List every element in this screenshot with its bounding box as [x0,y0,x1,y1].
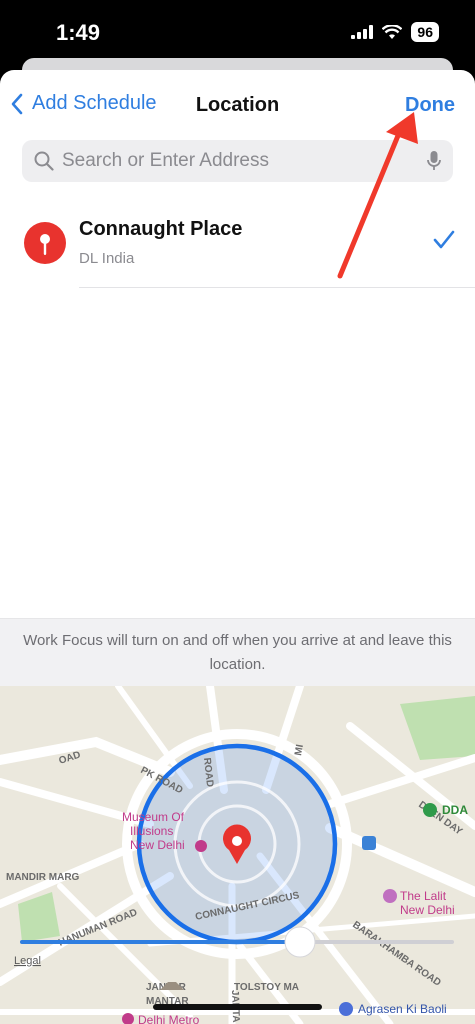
search-field[interactable]: Search or Enter Address [22,140,453,182]
row-divider [79,287,475,288]
location-sheet: Add Schedule Location Done Search or Ent… [0,70,475,1024]
footer-note: Work Focus will turn on and off when you… [0,618,475,686]
map-road-label: MANDIR MARG [6,872,80,883]
status-bar: 1:49 96 [0,0,475,60]
legal-link[interactable]: Legal [14,955,41,967]
checkmark-icon [433,230,455,249]
battery-indicator: 96 [411,22,439,42]
poi-label: Delhi Metro [138,1013,200,1024]
poi-label: Illusions [130,824,173,838]
location-title: Connaught Place [79,218,243,240]
map-road-label: TOLSTOY MA [234,982,299,993]
status-icons: 96 [351,22,439,42]
home-indicator [153,1004,322,1010]
poi-label: DDA [442,803,468,817]
landmark-icon[interactable] [339,1002,353,1016]
map-road-label: BARAKHAMBA ROAD [350,919,442,988]
poi-label: Museum Of [122,810,185,824]
location-subtitle: DL India [79,250,135,267]
park-icon[interactable] [423,803,437,817]
park-area [18,892,60,942]
poi-label: New Delhi [130,838,185,852]
metro-station-icon[interactable] [362,836,376,850]
search-input[interactable]: Search or Enter Address [62,150,427,172]
wifi-icon [382,24,403,39]
map-road-label: MI [293,743,306,756]
back-button[interactable]: Add Schedule [10,92,157,115]
hotel-icon[interactable] [383,889,397,903]
done-button[interactable]: Done [405,94,455,117]
map-view[interactable]: OAD PK ROAD ROAD MI MANDIR MARG HANUMAN … [0,686,475,1024]
radius-slider-thumb[interactable] [284,926,316,958]
status-time: 1:49 [56,20,101,45]
museum-icon[interactable] [195,840,207,852]
poi-label: New Delhi [400,903,455,917]
chevron-left-icon [11,93,23,114]
microphone-icon[interactable] [427,150,441,172]
poi-label: The Lalit [400,889,447,903]
location-pin-icon [24,222,66,264]
poi-label: Agrasen Ki Baoli [358,1002,447,1016]
navigation-bar: Add Schedule Location Done [0,70,475,140]
location-result-row[interactable]: Connaught Place DL India [0,200,475,288]
magnifier-icon [34,151,54,171]
map-canvas: OAD PK ROAD ROAD MI MANDIR MARG HANUMAN … [0,686,475,1024]
signal-icon [351,25,374,39]
park-area [400,696,475,760]
back-button-label: Add Schedule [32,92,157,114]
